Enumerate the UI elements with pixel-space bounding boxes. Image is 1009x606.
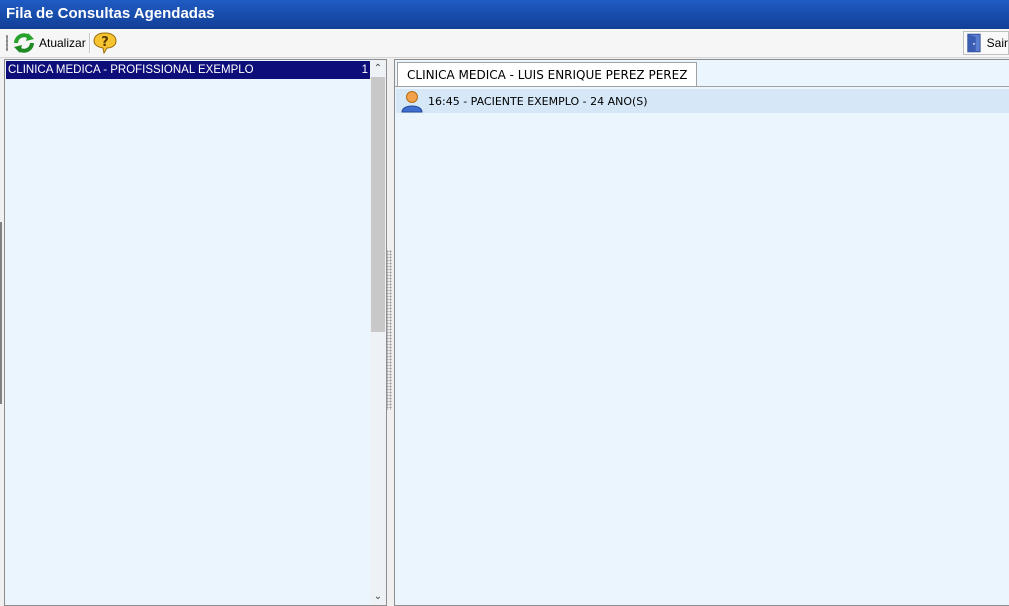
exit-door-icon <box>967 33 981 53</box>
tab-divider <box>395 86 1009 87</box>
exit-button[interactable]: Sair <box>963 31 1009 55</box>
window-left-edge <box>0 222 2 404</box>
queue-panel: CLINICA MEDICA - LUIS ENRIQUE PEREZ PERE… <box>394 59 1009 606</box>
vertical-scrollbar[interactable]: ⌃ ⌄ <box>370 60 386 605</box>
refresh-icon <box>14 33 34 53</box>
help-icon: ? <box>93 32 117 55</box>
list-item-count: 1 <box>361 64 368 76</box>
toolbar-grip[interactable] <box>6 35 8 51</box>
scroll-thumb[interactable] <box>371 77 385 332</box>
help-button[interactable]: ? <box>92 31 118 55</box>
scroll-down-arrow-icon[interactable]: ⌄ <box>370 588 386 605</box>
window-title: Fila de Consultas Agendadas <box>6 5 215 22</box>
table-row[interactable]: 16:45 - PACIENTE EXEMPLO - 24 ANO(S) <box>396 89 1009 113</box>
scroll-up-arrow-icon[interactable]: ⌃ <box>370 60 386 77</box>
patient-entry: 16:45 - PACIENTE EXEMPLO - 24 ANO(S) <box>428 94 648 108</box>
panel-splitter[interactable] <box>386 250 392 410</box>
toolbar: Atualizar ? Sair <box>0 29 1009 58</box>
refresh-label: Atualizar <box>39 36 86 50</box>
svg-text:?: ? <box>101 35 109 50</box>
person-icon <box>401 91 423 113</box>
refresh-button[interactable]: Atualizar <box>12 31 86 55</box>
list-item-label: CLINICA MEDICA - PROFISSIONAL EXEMPLO <box>8 64 254 76</box>
title-bar: Fila de Consultas Agendadas <box>0 0 1009 29</box>
list-item[interactable]: CLINICA MEDICA - PROFISSIONAL EXEMPLO 1 <box>6 61 370 79</box>
exit-label: Sair <box>986 36 1008 50</box>
tab-professional[interactable]: CLINICA MEDICA - LUIS ENRIQUE PEREZ PERE… <box>397 62 698 87</box>
toolbar-separator <box>89 33 91 53</box>
professional-list: CLINICA MEDICA - PROFISSIONAL EXEMPLO 1 … <box>4 59 387 606</box>
